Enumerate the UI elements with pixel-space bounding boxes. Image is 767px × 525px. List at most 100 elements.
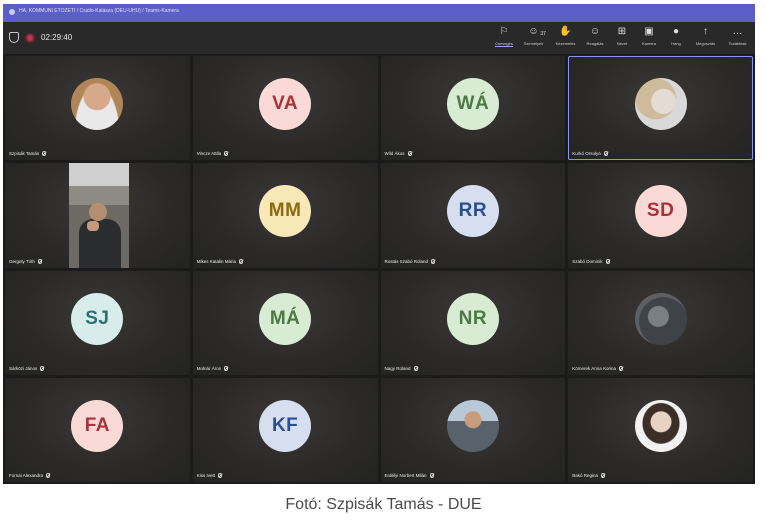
mic-muted-icon [224, 151, 229, 157]
mic-muted-icon [37, 258, 42, 264]
toolbar-people-button[interactable]: ☺ 37 Személyek [518, 26, 549, 52]
toolbar-raise-hand-button[interactable]: ✋ Kézemelés [550, 26, 581, 52]
participant-name: Kömerek Anna Korina [572, 365, 617, 371]
toolbar-view-button[interactable]: ⊞ Nézet [609, 26, 635, 52]
mic-muted-icon [619, 365, 624, 371]
toolbar-chat-button[interactable]: ⚐ Csevegés [491, 26, 517, 52]
participant-name-label: Szpisák Tamás [9, 151, 47, 157]
raise-hand-icon: ✋ [559, 26, 572, 37]
participant-tile[interactable]: KF Kiss Ivett [192, 377, 378, 482]
participant-grid: Szpisák Tamás VA Vincze Attila WÁ Wild Ákos K… [3, 55, 755, 484]
participant-tile[interactable]: FA Fornai Alexandra [5, 377, 190, 482]
participant-tile[interactable]: Gergely Tóth [5, 163, 190, 268]
participant-tile[interactable]: RR Rostás Szabó Roland [380, 163, 566, 268]
toolbar-label: Továbbiak [728, 41, 747, 46]
profile-photo-avatar [634, 399, 687, 452]
mic-muted-icon [603, 151, 608, 157]
participant-video [69, 163, 129, 268]
camera-icon: ▣ [644, 26, 654, 37]
toolbar-label: Kézemelés [555, 41, 576, 46]
participant-tile[interactable]: Kömerek Anna Korina [568, 270, 753, 375]
initials-avatar: KF [259, 399, 312, 452]
toolbar-label: Megosztás [695, 41, 716, 46]
participant-name-label: Vincze Attila [196, 151, 229, 157]
participant-name-label: Gergely Tóth [9, 258, 42, 264]
participant-count: 37 [540, 31, 546, 37]
participant-tile[interactable]: Bakó Regina [568, 377, 753, 482]
initials-avatar: FA [71, 399, 124, 452]
profile-photo-avatar [446, 399, 499, 452]
participant-name: Szpisák Tamás [9, 151, 40, 157]
initials-avatar: MÁ [259, 292, 312, 345]
participant-name-label: Kiss Ivett [196, 473, 223, 478]
initials-avatar: WÁ [446, 78, 499, 131]
initials-avatar: NR [446, 292, 499, 345]
participant-name-label: Sárközi János [9, 365, 45, 371]
participant-name: Kiss Ivett [196, 473, 216, 478]
mic-muted-icon [407, 151, 412, 157]
participant-name: Wild Ákos [384, 151, 405, 157]
toolbar-label: Csevegés [495, 41, 513, 47]
participant-name: Gergely Tóth [9, 258, 35, 264]
profile-photo-avatar [634, 78, 687, 131]
toolbar-more-button[interactable]: … Továbbiak [722, 26, 753, 52]
initials-avatar: VA [259, 78, 312, 131]
participant-tile[interactable]: WÁ Wild Ákos [380, 56, 566, 161]
participant-name: Vincze Attila [196, 151, 222, 157]
toolbar-label: Személyek [523, 41, 544, 46]
participant-tile[interactable]: MM Mikes Katalin Mária [192, 163, 378, 268]
participant-tile[interactable]: Erdélyi Norbert Milán [380, 377, 566, 482]
mic-muted-icon [605, 258, 610, 264]
participant-tile[interactable]: SD Szabó Dominik [568, 163, 753, 268]
toolbar-mic-button[interactable]: ● Hang [663, 26, 689, 52]
participant-name-label: Fornai Alexandra [9, 473, 51, 478]
participant-tile[interactable]: VA Vincze Attila [192, 56, 378, 161]
title-bar: HA, KOMMUNI ETOZETI / Csatlo-Kalásza (DE… [3, 4, 755, 22]
toolbar-react-button[interactable]: ☺ Reagálás [582, 26, 608, 52]
toolbar-share-button[interactable]: ↑ Megosztás [690, 26, 721, 52]
participant-tile[interactable]: Kurkó Orsolya [568, 56, 753, 161]
mic-muted-icon [601, 473, 606, 478]
shield-icon [9, 32, 19, 43]
mic-muted-icon [429, 473, 434, 478]
share-icon: ↑ [703, 26, 708, 37]
participant-name: Nagy Roland [384, 365, 411, 371]
participant-name-label: Nagy Roland [384, 365, 418, 371]
profile-photo-avatar [634, 292, 687, 345]
participant-name: Rostás Szabó Roland [384, 258, 429, 264]
window-title: HA, KOMMUNI ETOZETI / Csatlo-Kalásza (DE… [19, 8, 179, 14]
participant-name-label: Rostás Szabó Roland [384, 258, 436, 264]
participant-name-label: Molnár Áron [197, 365, 229, 371]
view-icon: ⊞ [617, 26, 627, 37]
mic-icon: ● [672, 26, 680, 37]
participant-tile[interactable]: MÁ Molnár Áron [192, 270, 378, 375]
app-icon [9, 9, 15, 15]
teams-meeting-window: HA, KOMMUNI ETOZETI / Csatlo-Kalásza (DE… [3, 4, 755, 484]
participant-tile[interactable]: NR Nagy Roland [380, 270, 566, 375]
initials-avatar: SJ [71, 292, 124, 345]
react-icon: ☺ [589, 26, 601, 37]
initials-avatar: RR [446, 185, 499, 238]
mic-muted-icon [413, 365, 418, 371]
participant-name: Bakó Regina [572, 473, 599, 478]
participant-name-label: Szabó Dominik [572, 258, 610, 264]
participant-tile[interactable]: Szpisák Tamás [5, 56, 190, 161]
toolbar-actions: ⚐ Csevegés ☺ 37 Személyek ✋ Kézemelés ☺ Reagálás… [490, 26, 753, 52]
participant-name-label: Bakó Regina [572, 473, 606, 478]
mic-muted-icon [239, 258, 244, 264]
participant-name-label: Mikes Katalin Mária [197, 258, 244, 264]
chat-icon: ⚐ [499, 26, 509, 37]
participant-name: Szabó Dominik [572, 258, 603, 264]
participant-name-label: Kömerek Anna Korina [572, 365, 624, 371]
participant-name: Erdélyi Norbert Milán [384, 473, 427, 478]
participant-name: Fornai Alexandra [9, 473, 44, 478]
participant-tile[interactable]: SJ Sárközi János [5, 270, 190, 375]
initials-avatar: SD [634, 185, 687, 238]
participant-name: Kurkó Orsolya [572, 151, 601, 157]
participant-name-label: Kurkó Orsolya [572, 151, 608, 157]
mic-muted-icon [46, 473, 51, 478]
toolbar-label: Hang [671, 41, 681, 46]
toolbar-camera-button[interactable]: ▣ Kamera [636, 26, 662, 52]
mic-muted-icon [42, 151, 47, 157]
meeting-toolbar: 02:29:40 ⚐ Csevegés ☺ 37 Személyek ✋ Kézemelés… [3, 22, 755, 54]
